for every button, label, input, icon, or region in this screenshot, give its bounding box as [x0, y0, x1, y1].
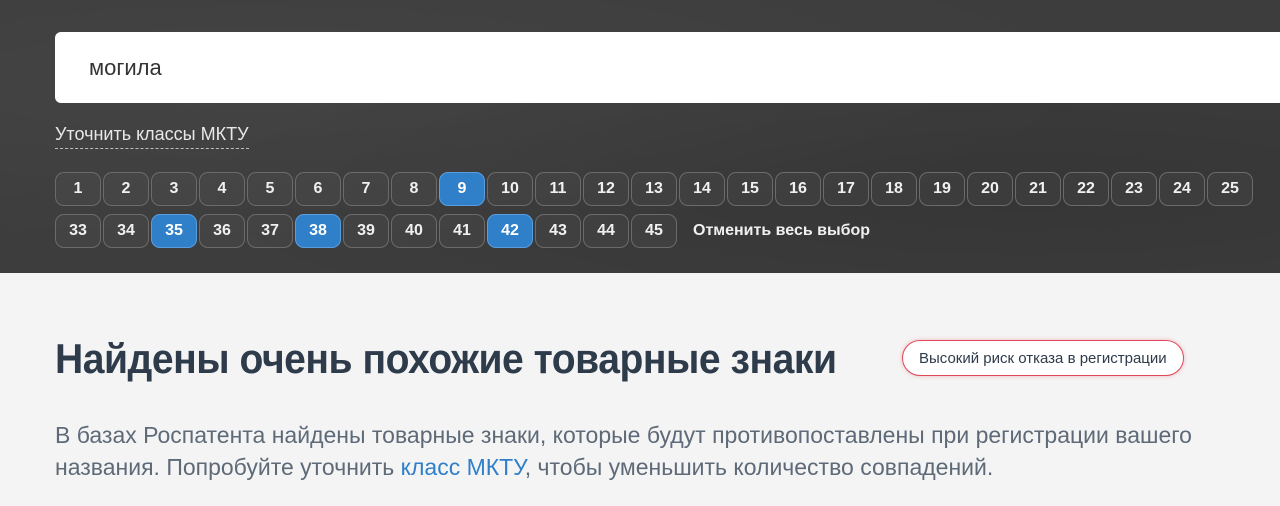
search-input[interactable] [89, 54, 1189, 81]
results-description: В базах Роспатента найдены товарные знак… [55, 419, 1195, 483]
class-button-44[interactable]: 44 [583, 214, 629, 248]
class-button-5[interactable]: 5 [247, 172, 293, 206]
class-button-7[interactable]: 7 [343, 172, 389, 206]
class-button-10[interactable]: 10 [487, 172, 533, 206]
class-button-45[interactable]: 45 [631, 214, 677, 248]
class-button-39[interactable]: 39 [343, 214, 389, 248]
class-button-15[interactable]: 15 [727, 172, 773, 206]
reset-all-selection-button[interactable]: Отменить весь выбор [693, 214, 870, 248]
search-hero: Уточнить классы МКТУ 1234567891011121314… [0, 0, 1280, 273]
results-title: Найдены очень похожие товарные знаки [55, 335, 837, 382]
class-button-6[interactable]: 6 [295, 172, 341, 206]
class-button-4[interactable]: 4 [199, 172, 245, 206]
refine-classes-link[interactable]: Уточнить классы МКТУ [55, 124, 249, 149]
class-button-18[interactable]: 18 [871, 172, 917, 206]
class-button-20[interactable]: 20 [967, 172, 1013, 206]
class-button-25[interactable]: 25 [1207, 172, 1253, 206]
class-button-34[interactable]: 34 [103, 214, 149, 248]
description-text-end: , чтобы уменьшить количество совпадений. [524, 454, 994, 480]
class-button-14[interactable]: 14 [679, 172, 725, 206]
class-button-19[interactable]: 19 [919, 172, 965, 206]
class-button-23[interactable]: 23 [1111, 172, 1157, 206]
class-button-3[interactable]: 3 [151, 172, 197, 206]
class-button-42[interactable]: 42 [487, 214, 533, 248]
class-row-2: 33 34 35 36 37 38 39 40 41 42 43 44 45 Отменить весь … [55, 214, 870, 248]
mktu-class-link[interactable]: класс МКТУ [401, 454, 525, 480]
class-button-21[interactable]: 21 [1015, 172, 1061, 206]
class-button-35[interactable]: 35 [151, 214, 197, 248]
class-button-38[interactable]: 38 [295, 214, 341, 248]
class-button-43[interactable]: 43 [535, 214, 581, 248]
risk-badge: Высокий риск отказа в регистрации [902, 340, 1184, 376]
class-button-22[interactable]: 22 [1063, 172, 1109, 206]
class-button-16[interactable]: 16 [775, 172, 821, 206]
results-section: Найдены очень похожие товарные знаки Выс… [0, 273, 1280, 506]
class-button-11[interactable]: 11 [535, 172, 581, 206]
class-button-24[interactable]: 24 [1159, 172, 1205, 206]
class-button-13[interactable]: 13 [631, 172, 677, 206]
class-button-36[interactable]: 36 [199, 214, 245, 248]
class-button-8[interactable]: 8 [391, 172, 437, 206]
class-button-2[interactable]: 2 [103, 172, 149, 206]
class-button-17[interactable]: 17 [823, 172, 869, 206]
class-button-12[interactable]: 12 [583, 172, 629, 206]
class-button-41[interactable]: 41 [439, 214, 485, 248]
class-button-33[interactable]: 33 [55, 214, 101, 248]
class-row-1: 1 2 3 4 5 6 7 8 9 10 11 12 13 14 15 16 17 18 19 20 21 22 23 24 2… [55, 172, 1253, 206]
class-button-37[interactable]: 37 [247, 214, 293, 248]
search-box [55, 32, 1280, 103]
class-button-9[interactable]: 9 [439, 172, 485, 206]
class-button-1[interactable]: 1 [55, 172, 101, 206]
class-button-40[interactable]: 40 [391, 214, 437, 248]
